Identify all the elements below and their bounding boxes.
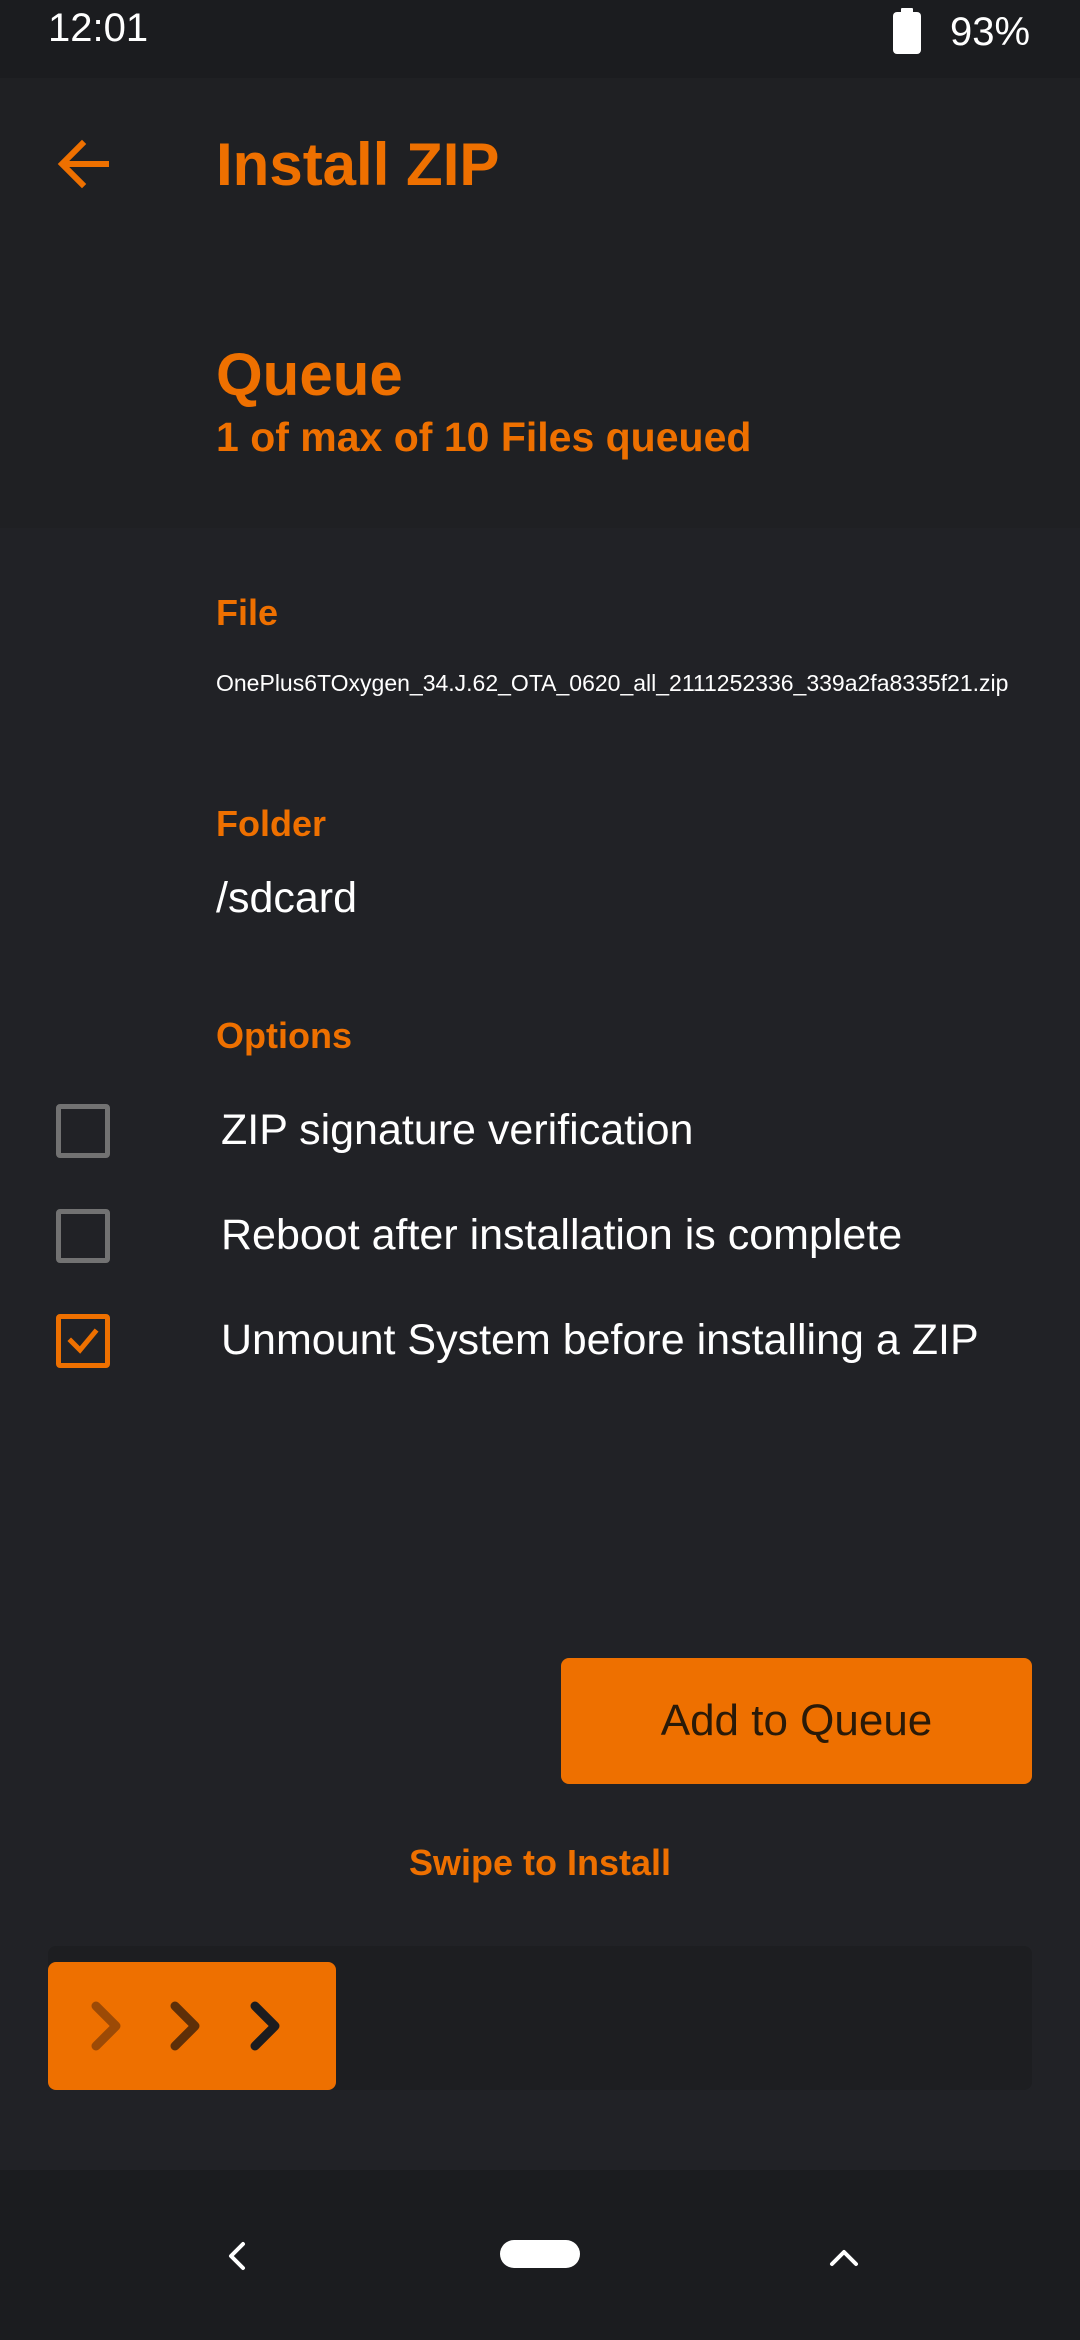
battery-level: 93% xyxy=(950,10,1031,54)
queue-title: Queue xyxy=(216,341,403,408)
swipe-handle[interactable] xyxy=(48,1962,336,2090)
nav-back-icon[interactable] xyxy=(218,2236,258,2276)
chevrons-right-icon xyxy=(91,2001,280,2051)
battery-icon xyxy=(892,8,922,54)
options-label: Options xyxy=(216,1015,352,1056)
home-pill-icon[interactable] xyxy=(500,2240,580,2268)
add-to-queue-button[interactable]: Add to Queue xyxy=(561,1658,1032,1784)
status-bar: 12:01 93% xyxy=(0,0,1080,78)
status-time: 12:01 xyxy=(48,6,149,50)
folder-path: /sdcard xyxy=(216,874,358,922)
chevron-up-icon[interactable] xyxy=(824,2238,864,2278)
page-title: Install ZIP xyxy=(216,131,500,198)
option-unmount-system[interactable]: Unmount System before installing a ZIP xyxy=(0,1298,1080,1388)
checkmark-icon xyxy=(67,1328,99,1354)
option-label: ZIP signature verification xyxy=(221,1106,694,1154)
option-label: Unmount System before installing a ZIP xyxy=(221,1316,979,1364)
option-reboot-after-install[interactable]: Reboot after installation is complete xyxy=(0,1193,1080,1283)
folder-label: Folder xyxy=(216,803,327,844)
file-label: File xyxy=(216,592,279,633)
checkbox-unchecked[interactable] xyxy=(56,1209,110,1263)
checkbox-checked[interactable] xyxy=(56,1314,110,1368)
option-zip-signature-verification[interactable]: ZIP signature verification xyxy=(0,1088,1080,1178)
checkbox-unchecked[interactable] xyxy=(56,1104,110,1158)
back-arrow-icon[interactable] xyxy=(50,130,116,196)
queue-count: 1 of max of 10 Files queued xyxy=(216,414,752,460)
swipe-to-install-label: Swipe to Install xyxy=(408,1842,672,1883)
file-name: OnePlus6TOxygen_34.J.62_OTA_0620_all_211… xyxy=(216,670,1009,696)
install-zip-screen: 12:01 93% Install ZIP Queue 1 of max of … xyxy=(0,0,1080,2340)
option-label: Reboot after installation is complete xyxy=(221,1211,903,1259)
